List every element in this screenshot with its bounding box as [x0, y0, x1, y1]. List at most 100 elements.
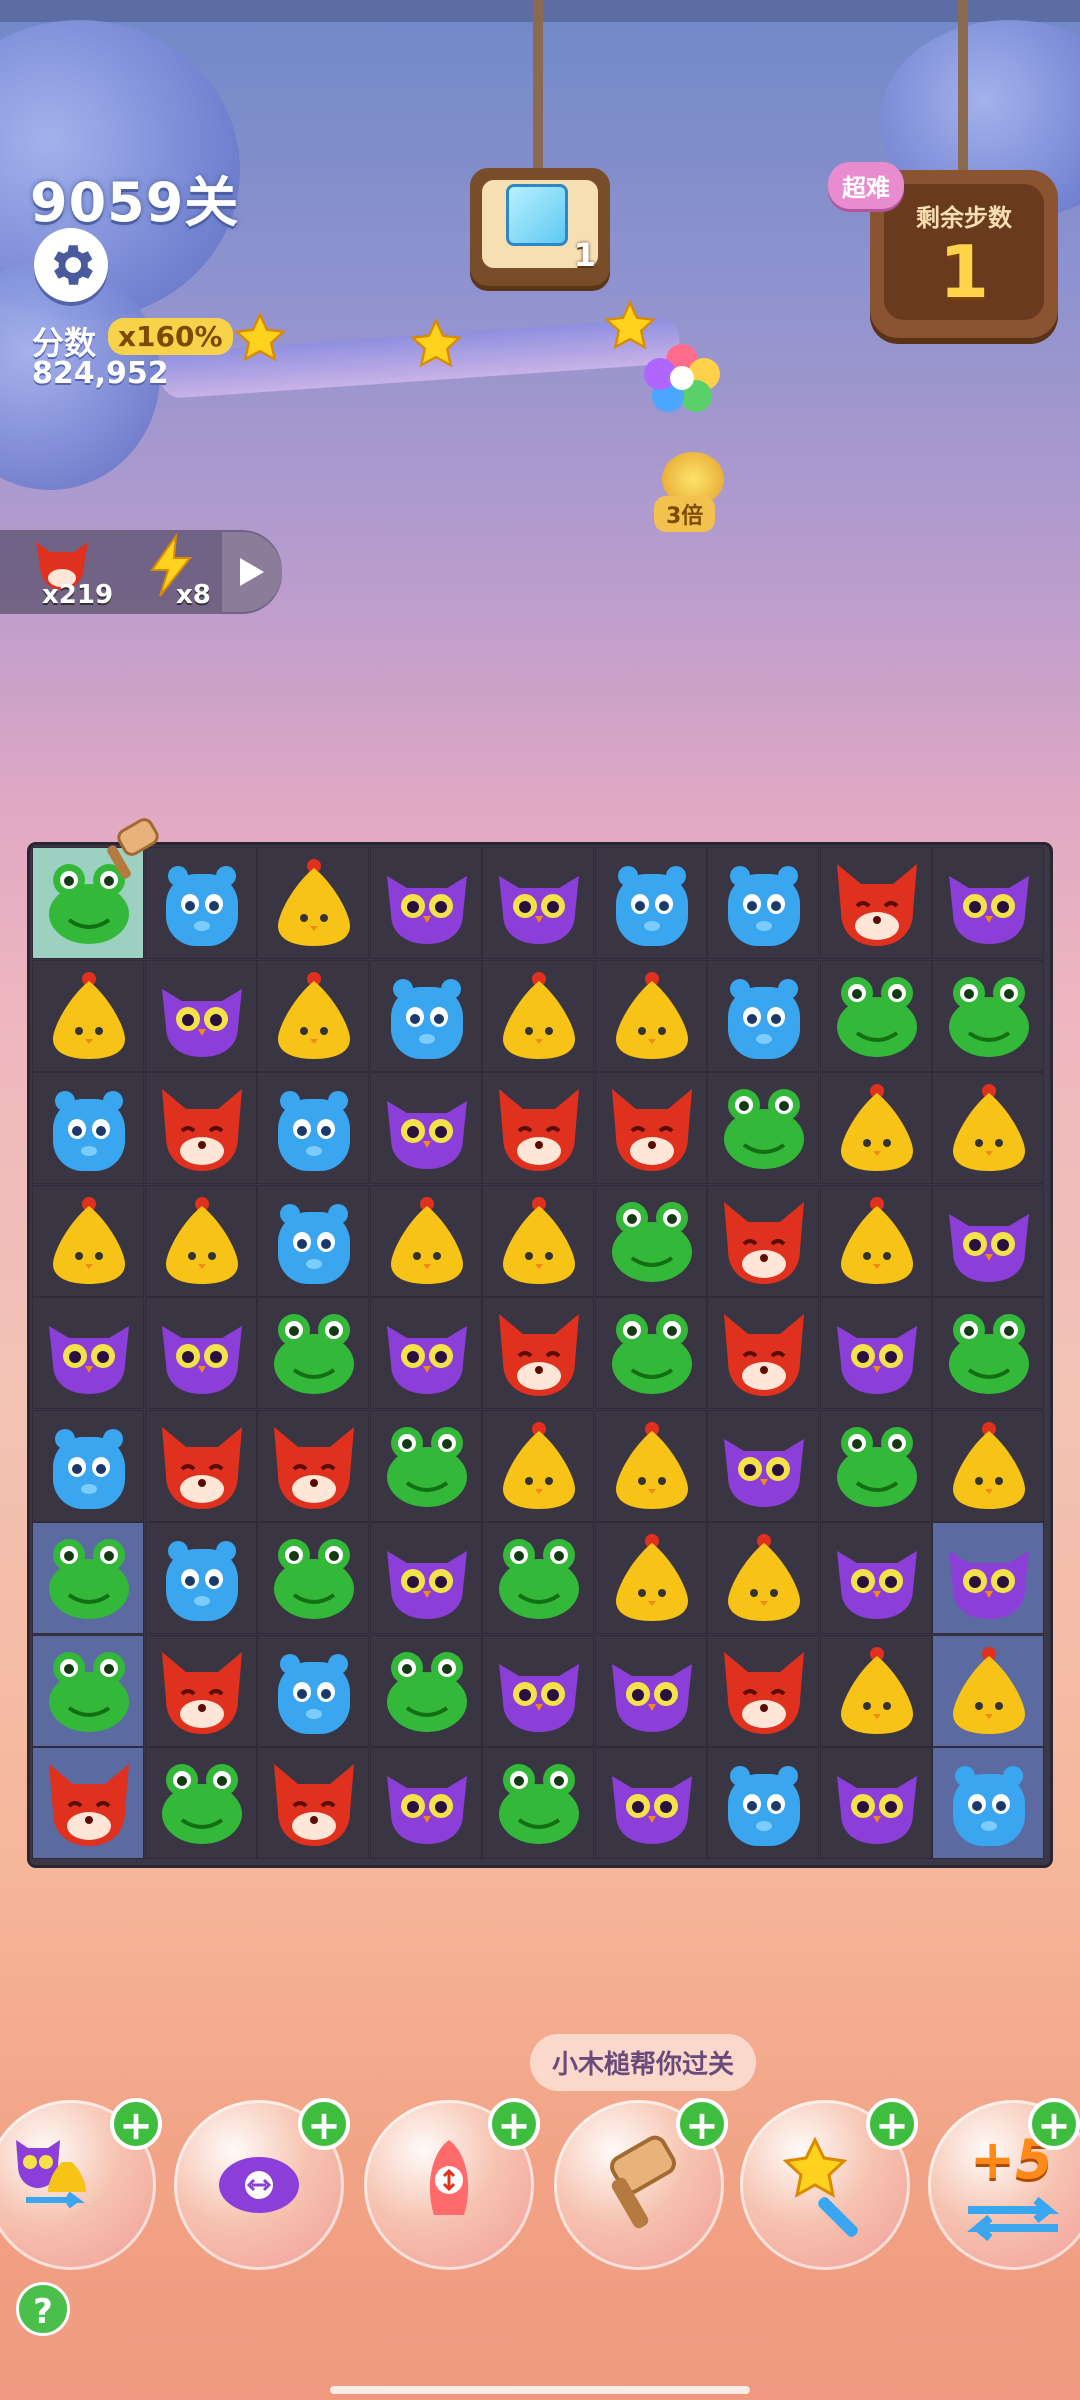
green-piece-icon: [611, 1201, 692, 1282]
board-cell[interactable]: [32, 1634, 144, 1747]
hammer-booster-add-button[interactable]: +: [676, 2098, 728, 2150]
rocket-disc-booster-add-button[interactable]: +: [298, 2098, 350, 2150]
board-cell[interactable]: [819, 1409, 932, 1522]
red-piece-icon: [724, 1651, 804, 1734]
board-cell[interactable]: [369, 1072, 482, 1184]
yellow-piece-icon: [728, 1534, 800, 1621]
board-cell[interactable]: [144, 1184, 257, 1297]
board-cell[interactable]: [819, 1297, 932, 1409]
board-cell[interactable]: [594, 1747, 707, 1859]
board-cell[interactable]: [707, 1634, 819, 1747]
board-cell[interactable]: [257, 959, 369, 1072]
board-cell[interactable]: [594, 959, 707, 1072]
board-cell[interactable]: [932, 1747, 1044, 1859]
board-cell[interactable]: [819, 1522, 932, 1634]
board-cell[interactable]: [932, 1522, 1044, 1634]
board-cell[interactable]: [257, 1184, 369, 1297]
board-cell[interactable]: [707, 1409, 819, 1522]
lightning-count: x8: [176, 580, 211, 610]
board-cell[interactable]: [32, 1409, 144, 1522]
board-cell[interactable]: [369, 1409, 482, 1522]
board-cell[interactable]: [594, 847, 707, 959]
board-cell[interactable]: [32, 959, 144, 1072]
board-cell[interactable]: [369, 959, 482, 1072]
board-cell[interactable]: [707, 847, 819, 959]
magic-wand-booster-add-button[interactable]: +: [866, 2098, 918, 2150]
board-cell[interactable]: [482, 1747, 594, 1859]
board-cell[interactable]: [369, 1184, 482, 1297]
red-piece-icon: [724, 1314, 804, 1396]
plus-five-booster-add-button[interactable]: +: [1028, 2098, 1080, 2150]
green-piece-icon: [386, 1426, 467, 1507]
yellow-piece-icon: [615, 971, 688, 1059]
board-cell[interactable]: [819, 1072, 932, 1184]
board-cell[interactable]: [144, 1409, 257, 1522]
board-cell[interactable]: [594, 1072, 707, 1184]
board-cell[interactable]: [707, 1184, 819, 1297]
board-cell[interactable]: [707, 959, 819, 1072]
board-cell[interactable]: [482, 1409, 594, 1522]
board-cell[interactable]: [144, 1522, 257, 1634]
board-cell[interactable]: [32, 1184, 144, 1297]
board-cell[interactable]: [257, 1634, 369, 1747]
board-cell[interactable]: [594, 1297, 707, 1409]
help-button[interactable]: ?: [16, 2282, 70, 2336]
board-cell[interactable]: [144, 1634, 257, 1747]
board-cell[interactable]: [482, 959, 594, 1072]
board-cell[interactable]: [144, 1072, 257, 1184]
board-cell[interactable]: [594, 1409, 707, 1522]
red-piece-icon: [274, 1426, 354, 1509]
board-cell[interactable]: [707, 1297, 819, 1409]
board-cell[interactable]: [257, 1522, 369, 1634]
board-cell[interactable]: [482, 1297, 594, 1409]
board-cell[interactable]: [369, 1634, 482, 1747]
board-cell[interactable]: [819, 1184, 932, 1297]
board-cell[interactable]: [482, 847, 594, 959]
swap-booster-add-button[interactable]: +: [110, 2098, 162, 2150]
yellow-piece-icon: [53, 971, 125, 1059]
board-cell[interactable]: [257, 1297, 369, 1409]
game-board[interactable]: [30, 845, 1050, 1865]
board-cell[interactable]: [32, 1747, 144, 1859]
settings-button[interactable]: [34, 228, 108, 302]
board-cell[interactable]: [32, 1297, 144, 1409]
board-cell[interactable]: [932, 1184, 1044, 1297]
home-indicator[interactable]: [330, 2386, 750, 2394]
board-cell[interactable]: [369, 847, 482, 959]
board-cell[interactable]: [369, 1297, 482, 1409]
board-cell[interactable]: [707, 1747, 819, 1859]
board-cell[interactable]: [819, 959, 932, 1072]
board-cell[interactable]: [707, 1072, 819, 1184]
board-cell[interactable]: [819, 847, 932, 959]
board-cell[interactable]: [482, 1522, 594, 1634]
board-cell[interactable]: [819, 1634, 932, 1747]
board-cell[interactable]: [257, 1072, 369, 1184]
board-cell[interactable]: [257, 1747, 369, 1859]
board-cell[interactable]: [932, 847, 1044, 959]
board-cell[interactable]: [932, 1634, 1044, 1747]
board-cell[interactable]: [594, 1184, 707, 1297]
rocket-booster-add-button[interactable]: +: [488, 2098, 540, 2150]
board-cell[interactable]: [482, 1634, 594, 1747]
board-cell[interactable]: [144, 959, 257, 1072]
board-cell[interactable]: [257, 1409, 369, 1522]
board-cell[interactable]: [482, 1072, 594, 1184]
board-cell[interactable]: [144, 1747, 257, 1859]
board-cell[interactable]: [819, 1747, 932, 1859]
board-cell[interactable]: [32, 1522, 144, 1634]
board-cell[interactable]: [932, 1072, 1044, 1184]
board-cell[interactable]: [482, 1184, 594, 1297]
board-cell[interactable]: [369, 1747, 482, 1859]
board-cell[interactable]: [594, 1522, 707, 1634]
board-cell[interactable]: [32, 1072, 144, 1184]
board-cell[interactable]: [932, 1297, 1044, 1409]
board-cell[interactable]: [594, 1634, 707, 1747]
board-cell[interactable]: [932, 1409, 1044, 1522]
board-cell[interactable]: [144, 1297, 257, 1409]
board-cell[interactable]: [707, 1522, 819, 1634]
blue-piece-icon: [165, 1541, 238, 1621]
board-cell[interactable]: [932, 959, 1044, 1072]
board-cell[interactable]: [257, 847, 369, 959]
board-cell[interactable]: [369, 1522, 482, 1634]
green-piece-icon: [49, 1539, 129, 1619]
